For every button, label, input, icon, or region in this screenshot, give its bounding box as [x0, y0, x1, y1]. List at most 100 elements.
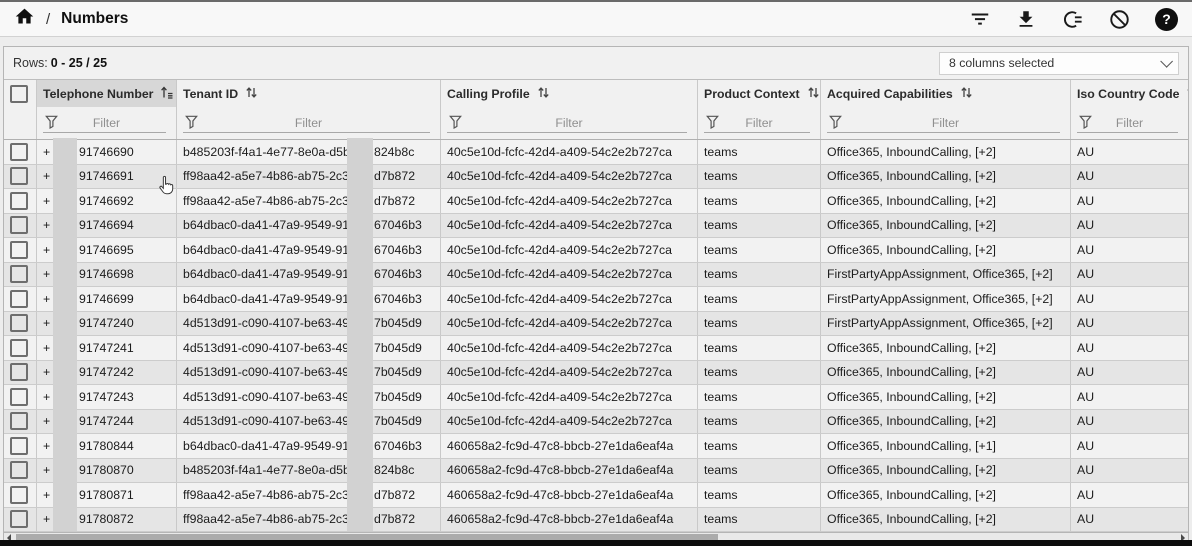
row-checkbox[interactable] — [10, 167, 28, 185]
row-checkbox[interactable] — [10, 339, 28, 357]
columns-select-dropdown[interactable]: 8 columns selected — [939, 52, 1179, 75]
block-icon[interactable] — [1108, 8, 1131, 31]
column-header-telephone-number[interactable]: Telephone Number — [37, 80, 177, 107]
phone-number: 91746692 — [79, 194, 134, 208]
home-icon[interactable] — [14, 6, 35, 32]
download-icon[interactable] — [1015, 8, 1037, 30]
cell-acquired-capabilities: Office365, InboundCalling, [+2] — [821, 361, 1071, 385]
row-checkbox[interactable] — [10, 412, 28, 430]
product-context-value: teams — [704, 488, 738, 502]
phone-number: 91780844 — [79, 439, 134, 453]
column-header-iso-country-code[interactable]: Iso Country Code — [1071, 80, 1188, 107]
capabilities-value: Office365, InboundCalling, [+2] — [827, 512, 996, 526]
row-checkbox[interactable] — [10, 192, 28, 210]
phone-prefix: + — [43, 194, 50, 208]
cell-product-context: teams — [698, 287, 821, 311]
column-header-acquired-capabilities[interactable]: Acquired Capabilities — [821, 80, 1071, 107]
funnel-icon[interactable] — [706, 115, 719, 132]
sort-icon[interactable] — [537, 86, 550, 102]
calling-profile-value: 40c5e10d-fcfc-42d4-a409-54c2e2b727ca — [447, 267, 672, 281]
row-checkbox[interactable] — [10, 510, 28, 528]
calling-profile-value: 40c5e10d-fcfc-42d4-a409-54c2e2b727ca — [447, 145, 672, 159]
table-row[interactable]: +91780871ff98aa42-a5e7-4b86-ab75-2c3d7b8… — [4, 483, 1188, 508]
product-context-value: teams — [704, 218, 738, 232]
row-checkbox[interactable] — [10, 486, 28, 504]
iso-country-value: AU — [1077, 414, 1094, 428]
filter-list-icon[interactable] — [969, 8, 991, 30]
column-label: Acquired Capabilities — [827, 87, 953, 101]
tenant-id-left: 4d513d91-c090-4107-be63-49 — [183, 365, 349, 379]
table-row[interactable]: +917472414d513d91-c090-4107-be63-497b045… — [4, 336, 1188, 361]
column-header-tenant-id[interactable]: Tenant ID — [177, 80, 441, 107]
table-row[interactable]: +91746691ff98aa42-a5e7-4b86-ab75-2c3d7b8… — [4, 165, 1188, 190]
sort-icon[interactable] — [807, 86, 820, 102]
table-row[interactable]: +917472434d513d91-c090-4107-be63-497b045… — [4, 385, 1188, 410]
filter-input-telephone-number[interactable]: Filter — [37, 107, 177, 139]
table-row[interactable]: +91746699b64dbac0-da41-47a9-9549-9167046… — [4, 287, 1188, 312]
filter-underline — [1077, 132, 1178, 133]
table-row[interactable]: +91780844b64dbac0-da41-47a9-9549-9167046… — [4, 434, 1188, 459]
table-row[interactable]: +91746692ff98aa42-a5e7-4b86-ab75-2c3d7b8… — [4, 189, 1188, 214]
funnel-icon[interactable] — [829, 115, 842, 132]
row-checkbox[interactable] — [10, 461, 28, 479]
sort-icon[interactable] — [960, 86, 973, 102]
filter-input-calling-profile[interactable]: Filter — [441, 107, 698, 139]
filter-input-product-context[interactable]: Filter — [698, 107, 821, 139]
filter-input-acquired-capabilities[interactable]: Filter — [821, 107, 1071, 139]
row-checkbox[interactable] — [10, 290, 28, 308]
product-context-value: teams — [704, 414, 738, 428]
row-checkbox[interactable] — [10, 265, 28, 283]
table-row[interactable]: +91780870b485203f-f4a1-4e77-8e0a-d5b824b… — [4, 459, 1188, 484]
iso-country-value: AU — [1077, 194, 1094, 208]
table-row[interactable]: +917472444d513d91-c090-4107-be63-497b045… — [4, 410, 1188, 435]
funnel-icon[interactable] — [1079, 115, 1092, 132]
sort-icon[interactable] — [1186, 86, 1188, 102]
row-checkbox[interactable] — [10, 216, 28, 234]
row-checkbox[interactable] — [10, 437, 28, 455]
cell-calling-profile: 460658a2-fc9d-47c8-bbcb-27e1da6eaf4a — [441, 434, 698, 458]
row-checkbox[interactable] — [10, 143, 28, 161]
table-row[interactable]: +91746694b64dbac0-da41-47a9-9549-9167046… — [4, 214, 1188, 239]
select-all-checkbox[interactable] — [10, 85, 28, 103]
phone-number: 91746690 — [79, 145, 134, 159]
cell-product-context: teams — [698, 336, 821, 360]
column-header-product-context[interactable]: Product Context — [698, 80, 821, 107]
retry-queue-icon[interactable] — [1061, 8, 1084, 31]
tenant-id-left: b64dbac0-da41-47a9-9549-91 — [183, 243, 349, 257]
phone-number: 91746699 — [79, 292, 134, 306]
column-label: Calling Profile — [447, 87, 530, 101]
cell-calling-profile: 40c5e10d-fcfc-42d4-a409-54c2e2b727ca — [441, 214, 698, 238]
table-row[interactable]: +91746690b485203f-f4a1-4e77-8e0a-d5b824b… — [4, 140, 1188, 165]
row-select-cell — [4, 361, 37, 385]
row-checkbox[interactable] — [10, 363, 28, 381]
tenant-id-right: 67046b3 — [374, 439, 422, 453]
funnel-icon[interactable] — [45, 115, 58, 132]
phone-number: 91746698 — [79, 267, 134, 281]
phone-prefix: + — [43, 341, 50, 355]
tenant-id-right: d7b872 — [374, 194, 415, 208]
row-checkbox[interactable] — [10, 314, 28, 332]
filter-placeholder: Filter — [93, 116, 120, 130]
column-header-calling-profile[interactable]: Calling Profile — [441, 80, 698, 107]
calling-profile-value: 40c5e10d-fcfc-42d4-a409-54c2e2b727ca — [447, 243, 672, 257]
funnel-icon[interactable] — [185, 115, 198, 132]
funnel-icon[interactable] — [449, 115, 462, 132]
table-row[interactable]: +917472424d513d91-c090-4107-be63-497b045… — [4, 361, 1188, 386]
row-checkbox[interactable] — [10, 241, 28, 259]
sort-ascending-icon[interactable] — [160, 86, 174, 102]
phone-number: 91746691 — [79, 169, 134, 183]
table-row[interactable]: +91746698b64dbac0-da41-47a9-9549-9167046… — [4, 263, 1188, 288]
cell-iso-country-code: AU — [1071, 165, 1188, 189]
tenant-id-left: 4d513d91-c090-4107-be63-49 — [183, 414, 349, 428]
filter-input-tenant-id[interactable]: Filter — [177, 107, 441, 139]
table-row[interactable]: +917472404d513d91-c090-4107-be63-497b045… — [4, 312, 1188, 337]
table-row[interactable]: +91746695b64dbac0-da41-47a9-9549-9167046… — [4, 238, 1188, 263]
filter-input-iso-country-code[interactable]: Filter — [1071, 107, 1188, 139]
help-icon[interactable]: ? — [1155, 8, 1178, 31]
cell-iso-country-code: AU — [1071, 214, 1188, 238]
table-row[interactable]: +91780872ff98aa42-a5e7-4b86-ab75-2c3d7b8… — [4, 508, 1188, 533]
phone-number: 91747243 — [79, 390, 134, 404]
row-checkbox[interactable] — [10, 388, 28, 406]
cursor-pointer — [156, 174, 178, 201]
sort-icon[interactable] — [245, 86, 258, 102]
